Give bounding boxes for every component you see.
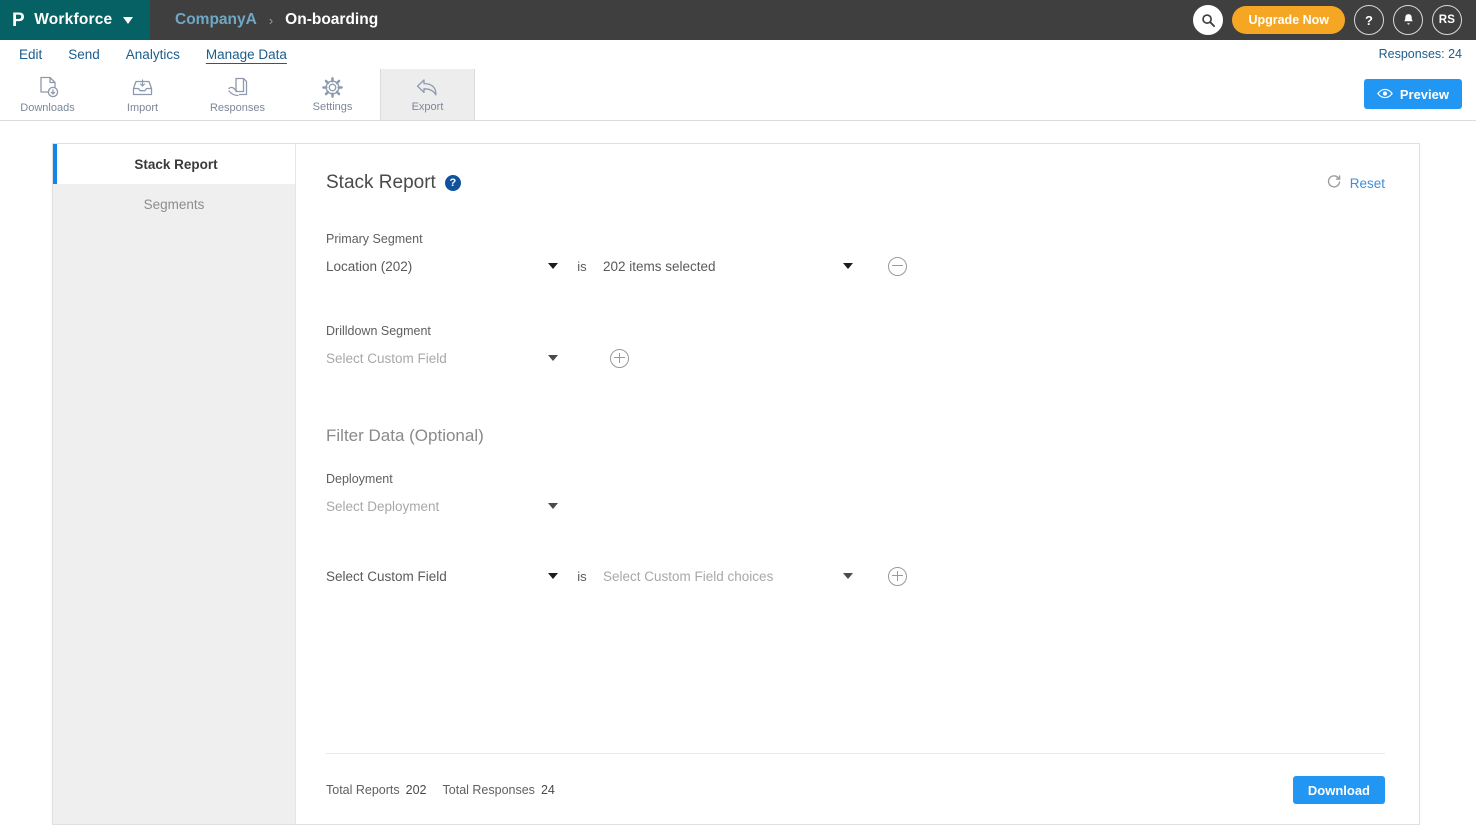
filter-custom-field-value: Select Custom Field — [326, 568, 447, 584]
eye-icon — [1377, 87, 1393, 102]
filter-custom-field-select[interactable]: Select Custom Field — [326, 563, 561, 589]
filter-custom-field-row: Select Custom Field is Select Custom Fie… — [326, 563, 1385, 589]
responses-hand-document-icon — [226, 76, 250, 100]
tool-label: Import — [126, 101, 159, 114]
product-name: Workforce — [34, 11, 113, 28]
primary-segment-row: Location (202) is 202 items selected — [326, 253, 1385, 279]
filter-choices-select[interactable]: Select Custom Field choices — [603, 563, 853, 589]
tool-label: Settings — [312, 101, 353, 113]
plus-circle-icon[interactable] — [888, 566, 907, 586]
total-reports-label: Total Reports — [326, 783, 400, 797]
primary-segment-operator: is — [577, 258, 587, 274]
deployment-select[interactable]: Select Deployment — [326, 493, 561, 519]
top-bar-actions: Upgrade Now ? RS — [1193, 0, 1476, 40]
total-reports-value: 202 — [405, 783, 427, 797]
tool-downloads[interactable]: Downloads — [0, 69, 95, 120]
import-tray-icon — [130, 76, 155, 100]
drilldown-segment-label: Drilldown Segment — [326, 324, 431, 338]
chevron-down-icon — [843, 573, 853, 579]
tool-settings[interactable]: Settings — [285, 69, 380, 120]
primary-nav: Edit Send Analytics Manage Data Response… — [0, 40, 1476, 69]
preview-button[interactable]: Preview — [1363, 79, 1462, 109]
tool-export[interactable]: Export — [380, 69, 475, 120]
deployment-label: Deployment — [326, 472, 393, 486]
chevron-down-icon — [548, 355, 558, 361]
card-footer: Total Reports 202 Total Responses 24 Dow… — [326, 776, 1385, 804]
drilldown-segment-field-placeholder: Select Custom Field — [326, 350, 447, 366]
breadcrumb: CompanyA › On-boarding — [150, 0, 1193, 40]
refresh-icon — [1326, 174, 1342, 193]
nav-item-send[interactable]: Send — [55, 40, 113, 69]
chevron-down-icon — [548, 503, 558, 509]
app-logo-icon: P — [12, 9, 26, 31]
chevron-down-icon — [843, 263, 853, 269]
primary-segment-field-value: Location (202) — [326, 258, 413, 274]
total-responses-label: Total Responses — [442, 783, 535, 797]
deployment-group: Deployment Select Deployment — [326, 472, 1385, 519]
sidebar-item-segments[interactable]: Segments — [53, 184, 295, 224]
primary-segment-values-select[interactable]: 202 items selected — [603, 253, 853, 279]
reset-label: Reset — [1349, 175, 1385, 191]
filter-data-title: Filter Data (Optional) — [326, 426, 484, 445]
chevron-down-icon — [548, 263, 558, 269]
nav-item-edit[interactable]: Edit — [6, 40, 55, 69]
breadcrumb-separator-icon: › — [268, 12, 274, 28]
tool-label: Export — [411, 100, 444, 113]
plus-circle-icon[interactable] — [610, 348, 629, 368]
reset-button[interactable]: Reset — [1326, 174, 1385, 193]
minus-circle-icon[interactable] — [888, 256, 907, 276]
upgrade-now-button[interactable]: Upgrade Now — [1232, 6, 1345, 34]
filter-operator: is — [577, 568, 587, 584]
tool-strip: Downloads Import Responses Settings Expo… — [0, 69, 1476, 121]
main-header: Stack Report ? Reset — [326, 172, 1385, 194]
search-icon[interactable] — [1193, 5, 1224, 35]
download-button[interactable]: Download — [1292, 776, 1385, 804]
tool-import[interactable]: Import — [95, 69, 190, 120]
help-icon[interactable]: ? — [1354, 5, 1384, 35]
tool-label: Responses — [209, 101, 266, 114]
primary-segment-label: Primary Segment — [326, 232, 423, 246]
export-arrow-icon — [415, 77, 441, 99]
breadcrumb-company[interactable]: CompanyA — [175, 11, 257, 29]
help-icon[interactable]: ? — [444, 175, 461, 191]
primary-segment-group: Primary Segment Location (202) is 202 it… — [326, 232, 1385, 279]
breadcrumb-current: On-boarding — [285, 11, 379, 28]
report-sidebar: Stack Report Segments — [53, 144, 296, 824]
chevron-down-icon[interactable] — [123, 16, 134, 24]
page-title-text: Stack Report — [326, 172, 436, 193]
responses-count: Responses: 24 — [1378, 47, 1462, 61]
deployment-placeholder: Select Deployment — [326, 498, 440, 514]
top-bar: P Workforce CompanyA › On-boarding Upgra… — [0, 0, 1476, 40]
tool-responses[interactable]: Responses — [190, 69, 285, 120]
sidebar-item-label: Stack Report — [134, 156, 218, 172]
footer-divider — [326, 753, 1385, 754]
download-document-icon — [36, 75, 60, 100]
sidebar-item-label: Segments — [143, 196, 205, 212]
report-main: Stack Report ? Reset Primary Segment Loc… — [296, 144, 1419, 824]
drilldown-segment-group: Drilldown Segment Select Custom Field — [326, 324, 1385, 371]
total-responses-value: 24 — [540, 783, 555, 797]
tool-label: Downloads — [20, 102, 75, 114]
nav-item-analytics[interactable]: Analytics — [113, 40, 193, 69]
report-card: Stack Report Segments Stack Report ? Res… — [52, 143, 1420, 825]
sidebar-item-stack-report[interactable]: Stack Report — [53, 144, 295, 184]
brand-workforce-menu[interactable]: P Workforce — [0, 0, 150, 40]
preview-label: Preview — [1399, 86, 1449, 102]
primary-segment-field-select[interactable]: Location (202) — [326, 253, 561, 279]
drilldown-segment-row: Select Custom Field — [326, 345, 1385, 371]
filter-choices-placeholder: Select Custom Field choices — [603, 568, 774, 584]
gear-icon — [321, 76, 344, 99]
avatar[interactable]: RS — [1432, 5, 1462, 35]
filter-data-section: Filter Data (Optional) Deployment Select… — [326, 426, 1385, 589]
nav-item-manage-data[interactable]: Manage Data — [193, 40, 300, 69]
chevron-down-icon — [548, 573, 558, 579]
page-body: Stack Report Segments Stack Report ? Res… — [0, 121, 1476, 825]
bell-icon[interactable] — [1393, 5, 1423, 35]
page-title: Stack Report ? — [326, 172, 461, 194]
totals-summary: Total Reports 202 Total Responses 24 — [326, 783, 555, 797]
drilldown-segment-field-select[interactable]: Select Custom Field — [326, 345, 561, 371]
primary-segment-values-value: 202 items selected — [603, 258, 716, 274]
